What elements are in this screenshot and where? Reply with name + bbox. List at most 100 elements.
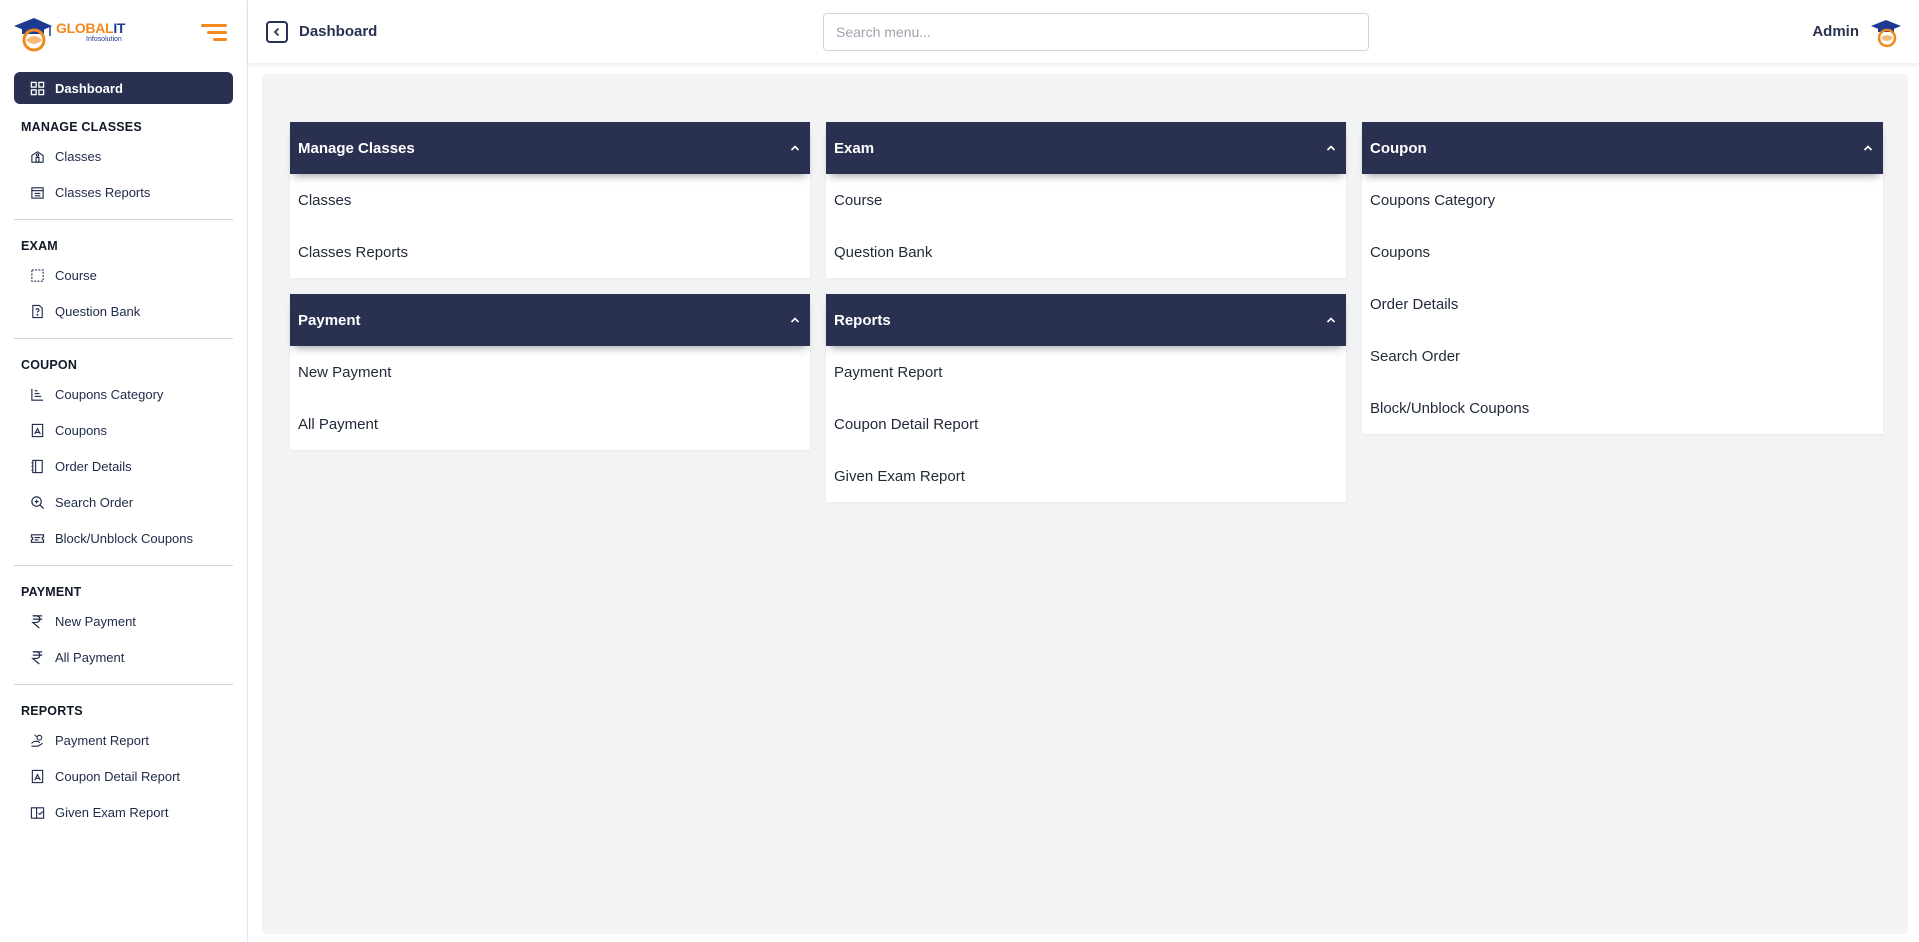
chevron-up-icon: [790, 317, 800, 323]
brand-name-part2: IT: [113, 20, 126, 36]
card-link-given-exam-report[interactable]: Given Exam Report: [826, 450, 1346, 502]
nav-divider: [14, 684, 233, 685]
card-link-order-details[interactable]: Order Details: [1362, 278, 1883, 330]
sidebar-item-dashboard[interactable]: Dashboard: [14, 72, 233, 104]
sidebar-item-classes[interactable]: Classes: [14, 138, 233, 174]
nav-section-title: COUPON: [21, 358, 78, 372]
card-title: Coupon: [1370, 139, 1427, 157]
sidebar-item-label: Question Bank: [55, 303, 141, 319]
card-link-course[interactable]: Course: [826, 174, 1346, 226]
card-header[interactable]: Payment: [290, 294, 810, 346]
sidebar-item-coupon-detail-report[interactable]: Coupon Detail Report: [14, 758, 233, 794]
card-link-coupons[interactable]: Coupons: [1362, 226, 1883, 278]
dashed-square-icon: [31, 268, 44, 282]
sidebar-item-label: Dashboard: [55, 80, 123, 96]
chevron-up-icon: [790, 145, 800, 151]
dashboard-icon: [30, 81, 45, 95]
hand-coins-icon: [31, 733, 43, 747]
card-link-classes[interactable]: Classes: [290, 174, 810, 226]
nav-section-title: REPORTS: [21, 704, 83, 718]
sidebar-item-label: Block/Unblock Coupons: [55, 530, 194, 546]
sidebar-item-label: Classes: [55, 148, 102, 164]
nav-section-title: MANAGE CLASSES: [21, 120, 142, 134]
nav-divider: [14, 565, 233, 566]
dashboard-main: Manage Classes Classes Classes Reports E…: [262, 74, 1908, 934]
graduation-globe-icon: [12, 12, 54, 52]
chevron-up-icon: [1326, 145, 1336, 151]
nav-divider: [14, 338, 233, 339]
sidebar-item-order-details[interactable]: Order Details: [14, 448, 233, 484]
coupon-icon: [31, 769, 44, 783]
search-icon: [31, 495, 45, 509]
card-link-payment-report[interactable]: Payment Report: [826, 346, 1346, 398]
chart-icon: [31, 388, 44, 401]
school-icon: [31, 150, 44, 163]
sidebar: GLOBALIT Infosolution Dashboard MANAGE C…: [0, 0, 248, 942]
sidebar-item-classes-reports[interactable]: Classes Reports: [14, 174, 233, 210]
sidebar-item-new-payment[interactable]: New Payment: [14, 603, 233, 639]
search-input[interactable]: [823, 13, 1369, 51]
sidebar-item-given-exam-report[interactable]: Given Exam Report: [14, 794, 233, 830]
sidebar-item-label: Coupon Detail Report: [55, 768, 181, 784]
sidebar-item-all-payment[interactable]: All Payment: [14, 639, 233, 675]
chevron-left-icon: [273, 27, 280, 36]
nav-section-title: PAYMENT: [21, 585, 82, 599]
chevron-up-icon: [1863, 145, 1873, 151]
card-coupon: Coupon Coupons Category Coupons Order De…: [1362, 122, 1883, 434]
card-link-coupons-category[interactable]: Coupons Category: [1362, 174, 1883, 226]
card-link-new-payment[interactable]: New Payment: [290, 346, 810, 398]
card-header[interactable]: Coupon: [1362, 122, 1883, 174]
card-link-classes-reports[interactable]: Classes Reports: [290, 226, 810, 278]
card-header[interactable]: Exam: [826, 122, 1346, 174]
sidebar-item-question-bank[interactable]: Question Bank: [14, 293, 233, 329]
avatar: [1871, 19, 1901, 47]
rupee-icon: [31, 650, 43, 665]
card-reports: Reports Payment Report Coupon Detail Rep…: [826, 294, 1346, 502]
ticket-icon: [30, 533, 45, 543]
user-name: Admin: [1812, 23, 1859, 40]
top-header: Dashboard Admin: [248, 0, 1919, 63]
sidebar-item-label: Payment Report: [55, 732, 149, 748]
card-title: Exam: [834, 139, 875, 157]
back-button[interactable]: [266, 20, 288, 43]
card-link-coupon-detail-report[interactable]: Coupon Detail Report: [826, 398, 1346, 450]
sidebar-item-label: Order Details: [55, 458, 132, 474]
menu-toggle-icon[interactable]: [199, 21, 227, 43]
logo-row: GLOBALIT Infosolution: [0, 0, 247, 64]
sidebar-item-label: Given Exam Report: [55, 804, 169, 820]
sidebar-item-label: Course: [55, 267, 97, 283]
brand-logo[interactable]: GLOBALIT Infosolution: [12, 12, 125, 52]
sidebar-item-search-order[interactable]: Search Order: [14, 484, 233, 520]
sidebar-item-course[interactable]: Course: [14, 257, 233, 293]
card-link-question-bank[interactable]: Question Bank: [826, 226, 1346, 278]
card-header[interactable]: Manage Classes: [290, 122, 810, 174]
sidebar-item-label: All Payment: [55, 649, 125, 665]
sidebar-item-block-unblock-coupons[interactable]: Block/Unblock Coupons: [14, 520, 233, 556]
rupee-icon: [31, 614, 43, 629]
sidebar-item-label: Coupons: [55, 422, 108, 438]
brand-tagline: Infosolution: [86, 36, 122, 43]
card-header[interactable]: Reports: [826, 294, 1346, 346]
nav-section-title: EXAM: [21, 239, 58, 253]
page-title: Dashboard: [299, 23, 378, 40]
sidebar-item-label: New Payment: [55, 613, 136, 629]
user-menu[interactable]: Admin: [1812, 0, 1903, 63]
card-title: Payment: [298, 311, 361, 329]
card-exam: Exam Course Question Bank: [826, 122, 1346, 278]
brand-name-part1: GLOBAL: [56, 20, 114, 36]
card-manage-classes: Manage Classes Classes Classes Reports: [290, 122, 810, 278]
card-link-block-unblock-coupons[interactable]: Block/Unblock Coupons: [1362, 382, 1883, 434]
card-link-all-payment[interactable]: All Payment: [290, 398, 810, 450]
notebook-icon: [31, 459, 43, 473]
question-file-icon: [32, 304, 43, 318]
book-check-icon: [30, 806, 45, 819]
card-link-search-order[interactable]: Search Order: [1362, 330, 1883, 382]
sidebar-item-payment-report[interactable]: Payment Report: [14, 722, 233, 758]
sidebar-item-label: Coupons Category: [55, 386, 164, 402]
sidebar-item-coupons-category[interactable]: Coupons Category: [14, 376, 233, 412]
sidebar-item-coupons[interactable]: Coupons: [14, 412, 233, 448]
sidebar-item-label: Search Order: [55, 494, 134, 510]
card-payment: Payment New Payment All Payment: [290, 294, 810, 450]
chevron-up-icon: [1326, 317, 1336, 323]
card-title: Reports: [834, 311, 891, 329]
